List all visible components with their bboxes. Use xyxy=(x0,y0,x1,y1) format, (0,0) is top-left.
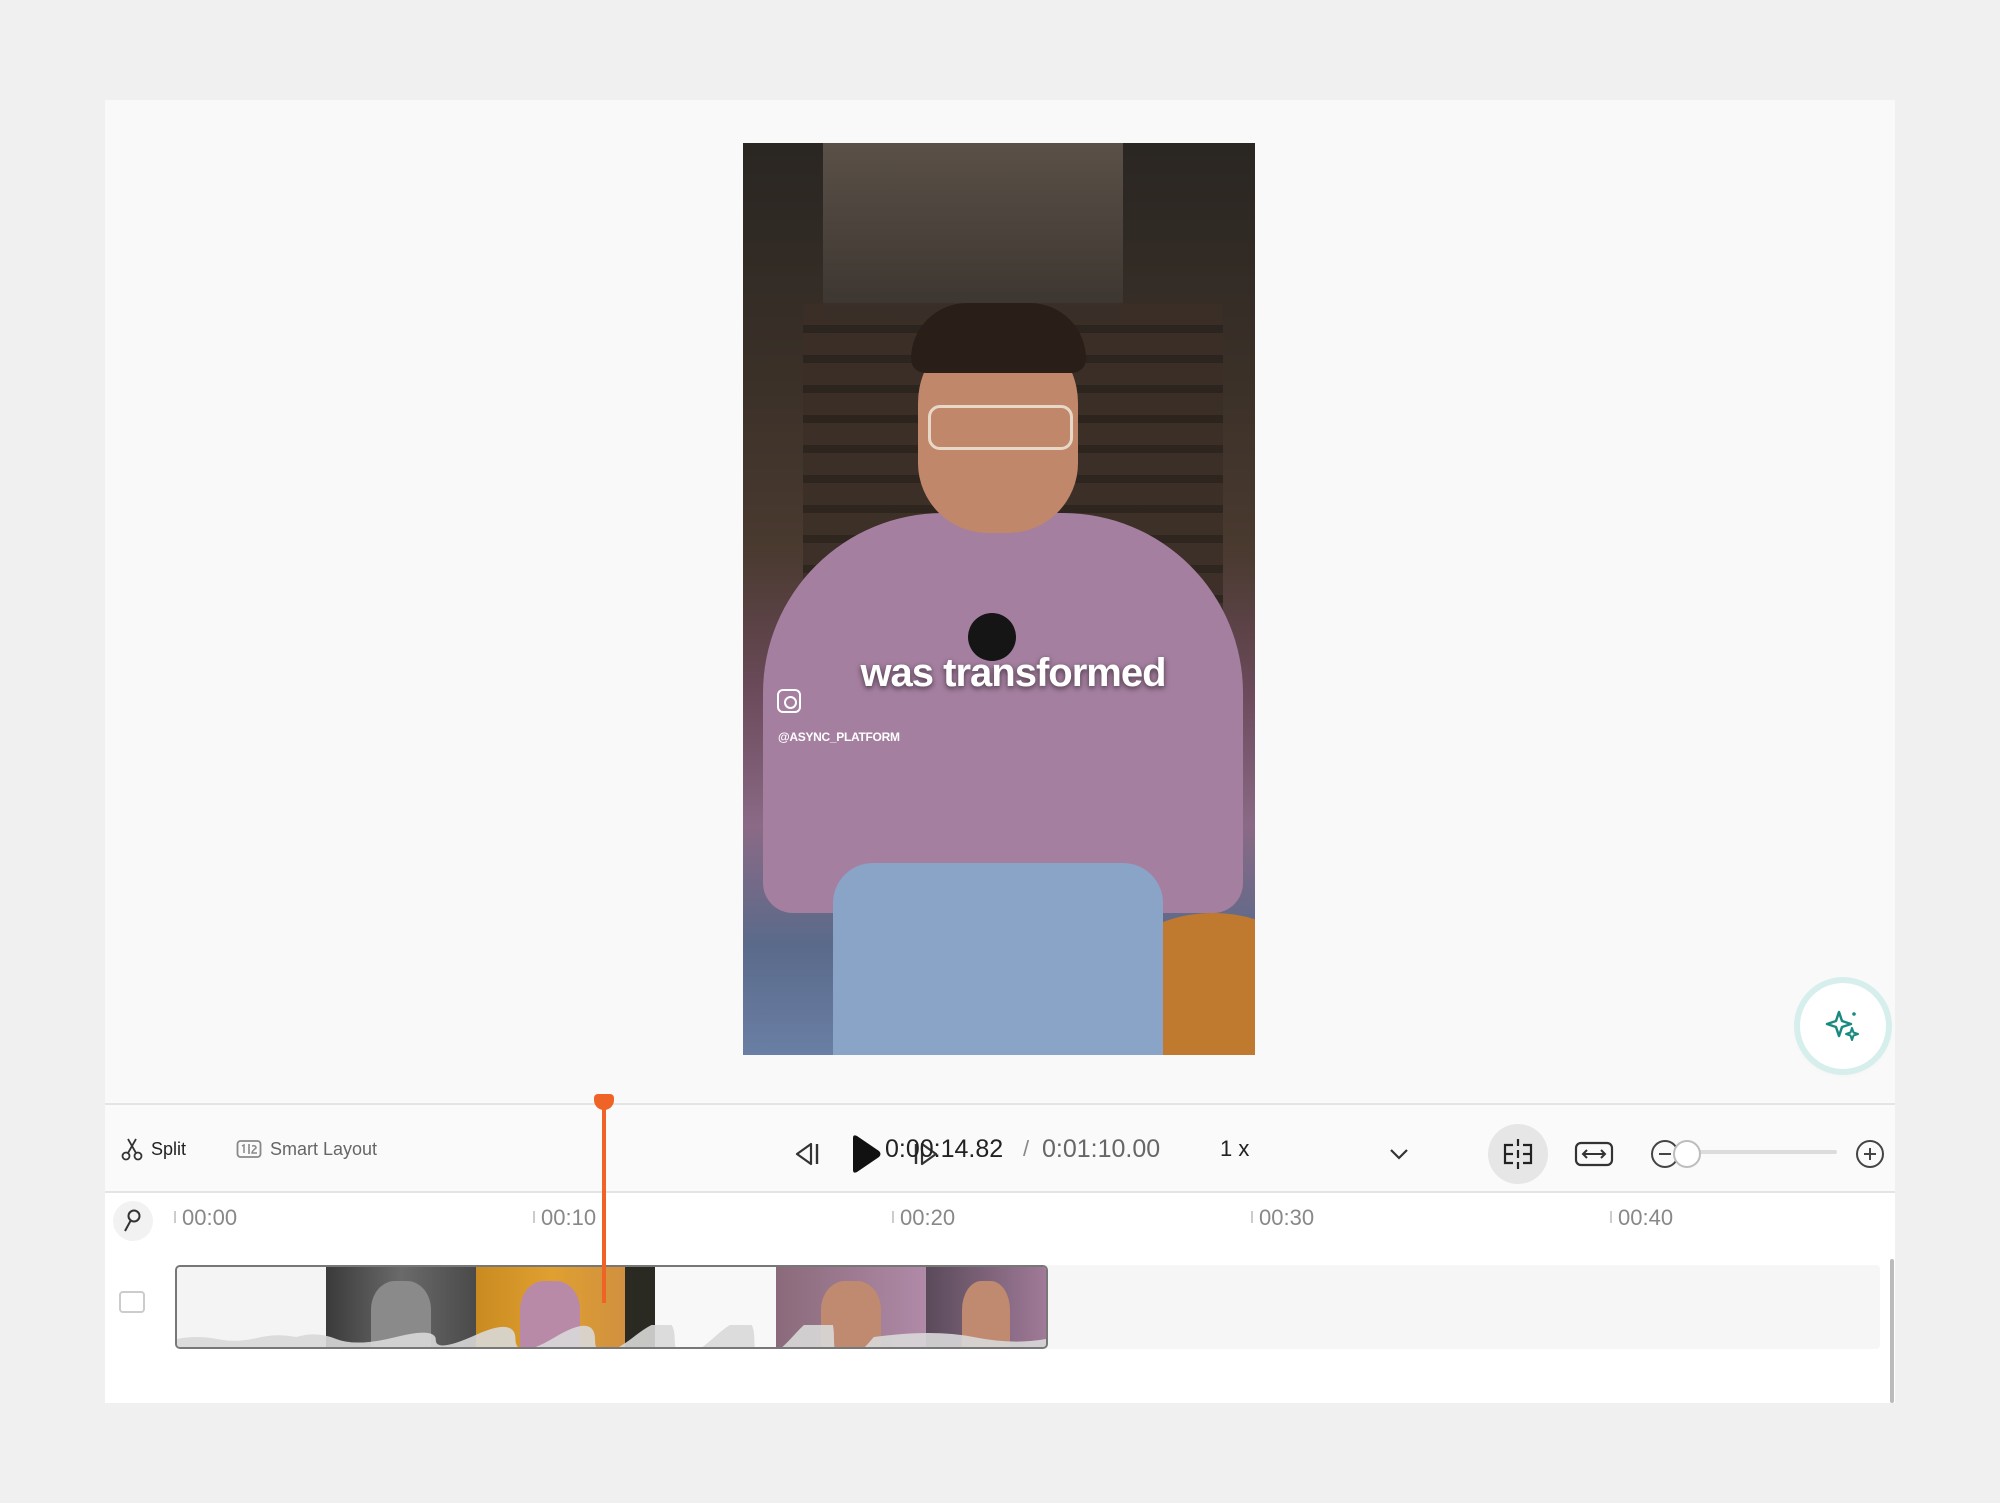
fit-icon xyxy=(1574,1139,1614,1169)
ai-assistant-button[interactable] xyxy=(1800,983,1886,1069)
ruler-label: 00:30 xyxy=(1250,1205,1315,1230)
video-person-shirt xyxy=(763,513,1243,913)
audio-waveform xyxy=(177,1325,1046,1347)
playhead[interactable] xyxy=(602,1102,606,1303)
split-label: Split xyxy=(151,1138,187,1159)
social-handle: @ASYNC_PLATFORM xyxy=(778,730,900,744)
smart-layout-label: Smart Layout xyxy=(270,1138,378,1159)
smart-layout-button[interactable]: Smart Layout xyxy=(236,1105,377,1193)
time-separator: / xyxy=(1023,1136,1030,1161)
instagram-icon xyxy=(777,689,801,713)
preview-area: was transformed @ASYNC_PLATFORM xyxy=(105,100,1895,1102)
zoom-slider-track[interactable] xyxy=(1691,1150,1837,1154)
editor-app: was transformed @ASYNC_PLATFORM Split Sm… xyxy=(105,100,1895,1403)
current-time: 0:00:14.82 xyxy=(885,1134,1004,1163)
ruler-label: 00:20 xyxy=(891,1205,956,1230)
video-person-glasses xyxy=(928,405,1073,450)
timeline: 00:00 00:10 00:20 00:30 00:40 xyxy=(105,1193,1895,1403)
ruler-label: 00:40 xyxy=(1609,1205,1674,1230)
ruler-label: 00:10 xyxy=(532,1205,597,1230)
zoom-in-icon xyxy=(1854,1138,1886,1170)
fit-timeline-button[interactable] xyxy=(1564,1124,1624,1184)
video-person-jeans xyxy=(833,863,1163,1055)
video-caption[interactable]: was transformed xyxy=(823,651,1203,696)
zoom-slider-handle[interactable] xyxy=(1673,1140,1701,1168)
sparkle-icon xyxy=(1823,1006,1863,1046)
skip-back-icon xyxy=(792,1140,822,1168)
speed-selector[interactable]: 1 x xyxy=(1220,1105,1249,1193)
chevron-down-icon xyxy=(1388,1147,1410,1161)
play-icon xyxy=(847,1134,883,1174)
smart-layout-icon xyxy=(236,1139,262,1159)
pin-button[interactable] xyxy=(113,1201,153,1241)
video-track-icon xyxy=(119,1291,145,1313)
video-background xyxy=(823,143,1123,323)
speed-dropdown-button[interactable] xyxy=(1369,1124,1429,1184)
scissors-icon xyxy=(121,1137,143,1161)
playback-toolbar: Split Smart Layout 0:00:14.82 / 0:01:10.… xyxy=(105,1103,1895,1193)
ruler-label: 00:00 xyxy=(173,1205,238,1230)
skip-back-button[interactable] xyxy=(777,1124,837,1184)
pin-icon xyxy=(122,1208,144,1234)
snap-icon xyxy=(1500,1137,1536,1171)
split-button[interactable]: Split xyxy=(121,1105,186,1193)
snap-toggle-button[interactable] xyxy=(1488,1124,1548,1184)
zoom-in-button[interactable] xyxy=(1840,1124,1900,1184)
timeline-scrollbar[interactable] xyxy=(1890,1259,1894,1403)
video-preview[interactable]: was transformed @ASYNC_PLATFORM xyxy=(743,143,1255,1055)
video-person-hair xyxy=(911,303,1086,373)
total-time: 0:01:10.00 xyxy=(1042,1134,1161,1163)
video-clip[interactable] xyxy=(175,1265,1048,1349)
